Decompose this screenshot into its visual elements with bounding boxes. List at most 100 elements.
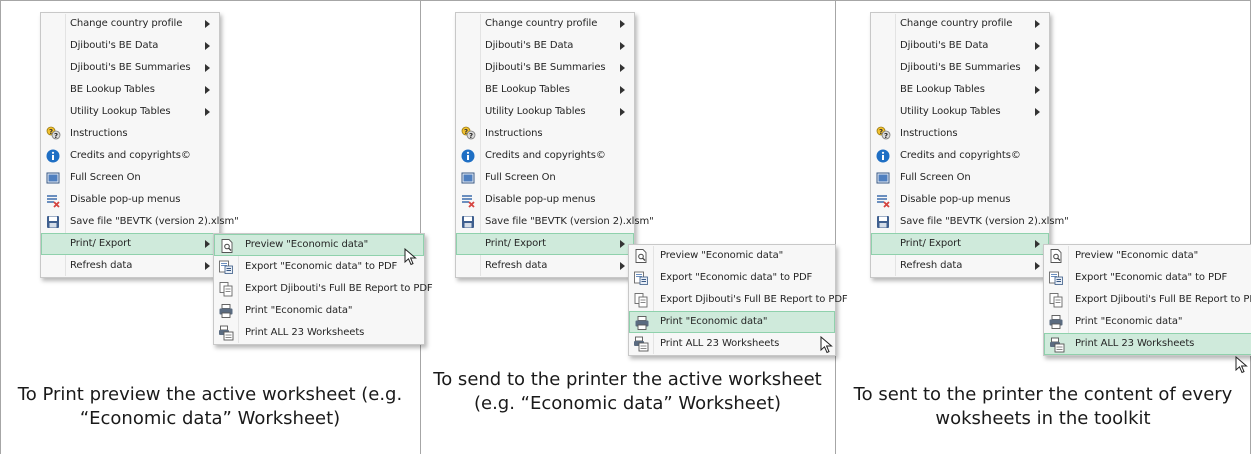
- menu-item-change-country-profile[interactable]: Change country profile: [41, 13, 219, 35]
- export-pdf-icon: [633, 270, 649, 286]
- print-all-icon: [1049, 337, 1065, 353]
- menu-item-disable-pop-up-menus[interactable]: Disable pop-up menus: [41, 189, 219, 211]
- submenu-item-label: Preview "Economic data": [660, 250, 784, 261]
- submenu-arrow-icon: [1035, 64, 1040, 72]
- menu-item-label: Credits and copyrights©: [900, 150, 1021, 161]
- menu-item-save-file-bevtk-version-2-xlsm[interactable]: Save file "BEVTK (version 2).xlsm": [871, 211, 1069, 233]
- menu-item-djibouti-s-be-data[interactable]: Djibouti's BE Data: [871, 35, 1049, 57]
- menu-item-full-screen-on[interactable]: Full Screen On: [871, 167, 1049, 189]
- submenu-item-export-economic-data-to-pdf[interactable]: Export "Economic data" to PDF: [214, 256, 424, 278]
- menu-item-change-country-profile[interactable]: Change country profile: [456, 13, 634, 35]
- menu-item-utility-lookup-tables[interactable]: Utility Lookup Tables: [456, 101, 634, 123]
- submenu-item-print-all-23-worksheets[interactable]: Print ALL 23 Worksheets: [629, 333, 835, 355]
- menu-item-be-lookup-tables[interactable]: BE Lookup Tables: [456, 79, 634, 101]
- menu-item-label: Djibouti's BE Summaries: [70, 62, 191, 73]
- menu-item-utility-lookup-tables[interactable]: Utility Lookup Tables: [41, 101, 219, 123]
- submenu-arrow-icon: [620, 262, 625, 270]
- menu-item-credits-and-copyrights[interactable]: Credits and copyrights©: [456, 145, 634, 167]
- menu-item-djibouti-s-be-data[interactable]: Djibouti's BE Data: [456, 35, 634, 57]
- submenu-item-label: Export "Economic data" to PDF: [245, 261, 398, 272]
- menu-item-label: Djibouti's BE Data: [485, 40, 574, 51]
- export-report-icon: [1048, 292, 1064, 308]
- submenu-item-preview-economic-data[interactable]: Preview "Economic data": [629, 245, 835, 267]
- menu-item-utility-lookup-tables[interactable]: Utility Lookup Tables: [871, 101, 1049, 123]
- submenu-item-print-all-23-worksheets[interactable]: Print ALL 23 Worksheets: [214, 322, 424, 344]
- help-icon: ??: [460, 126, 476, 142]
- submenu-item-export-economic-data-to-pdf[interactable]: Export "Economic data" to PDF: [1044, 267, 1251, 289]
- print-preview-icon: [1048, 248, 1064, 264]
- print-export-submenu: Preview "Economic data" Export "Economic …: [213, 233, 433, 345]
- submenu-item-label: Export Djibouti's Full BE Report to PDF: [1075, 294, 1251, 305]
- menu-item-instructions[interactable]: ?? Instructions: [456, 123, 634, 145]
- menu-item-djibouti-s-be-summaries[interactable]: Djibouti's BE Summaries: [456, 57, 634, 79]
- menu-item-label: BE Lookup Tables: [70, 84, 155, 95]
- menu-item-be-lookup-tables[interactable]: BE Lookup Tables: [41, 79, 219, 101]
- menu-item-instructions[interactable]: ?? Instructions: [871, 123, 1049, 145]
- info-icon: [875, 148, 891, 164]
- export-pdf-icon: [1048, 270, 1064, 286]
- submenu-arrow-icon: [205, 42, 210, 50]
- menu-item-label: Change country profile: [900, 18, 1013, 29]
- menu-item-label: Full Screen On: [900, 172, 971, 183]
- menu-item-label: Print/ Export: [900, 238, 961, 249]
- menu-item-refresh-data[interactable]: Refresh data: [41, 255, 219, 277]
- menu-item-djibouti-s-be-data[interactable]: Djibouti's BE Data: [41, 35, 219, 57]
- submenu-item-label: Print "Economic data": [1075, 316, 1183, 327]
- submenu-item-print-economic-data[interactable]: Print "Economic data": [214, 300, 424, 322]
- disable-menu-icon: [45, 192, 61, 208]
- menu-item-disable-pop-up-menus[interactable]: Disable pop-up menus: [871, 189, 1049, 211]
- submenu-item-export-djibouti-s-full-be-report-to-pdf[interactable]: Export Djibouti's Full BE Report to PDF: [629, 289, 848, 311]
- menu-item-credits-and-copyrights[interactable]: Credits and copyrights©: [41, 145, 219, 167]
- mouse-cursor-icon: [820, 335, 834, 354]
- menu-item-be-lookup-tables[interactable]: BE Lookup Tables: [871, 79, 1049, 101]
- save-icon: [875, 214, 891, 230]
- submenu-item-export-djibouti-s-full-be-report-to-pdf[interactable]: Export Djibouti's Full BE Report to PDF: [1044, 289, 1251, 311]
- help-icon: ??: [875, 126, 891, 142]
- menu-item-label: Refresh data: [900, 260, 963, 271]
- menu-item-change-country-profile[interactable]: Change country profile: [871, 13, 1049, 35]
- submenu-item-label: Preview "Economic data": [245, 239, 369, 250]
- help-icon: ??: [45, 126, 61, 142]
- menu-item-djibouti-s-be-summaries[interactable]: Djibouti's BE Summaries: [41, 57, 219, 79]
- menu-item-instructions[interactable]: ?? Instructions: [41, 123, 219, 145]
- submenu-item-export-economic-data-to-pdf[interactable]: Export "Economic data" to PDF: [629, 267, 835, 289]
- submenu-item-label: Export "Economic data" to PDF: [660, 272, 813, 283]
- menu-item-print-export[interactable]: Print/ Export: [456, 233, 634, 255]
- panel-divider: [420, 0, 421, 454]
- submenu-item-print-economic-data[interactable]: Print "Economic data": [1044, 311, 1251, 333]
- menu-item-label: Change country profile: [70, 18, 183, 29]
- submenu-item-label: Export "Economic data" to PDF: [1075, 272, 1228, 283]
- menu-item-label: Full Screen On: [70, 172, 141, 183]
- menu-item-print-export[interactable]: Print/ Export: [871, 233, 1049, 255]
- menu-item-label: Disable pop-up menus: [485, 194, 596, 205]
- context-menu: Change country profile Djibouti's BE Data…: [455, 12, 654, 278]
- printer-icon: [634, 315, 650, 331]
- print-all-icon: [218, 325, 234, 341]
- menu-item-label: Save file "BEVTK (version 2).xlsm": [485, 216, 654, 227]
- disable-menu-icon: [875, 192, 891, 208]
- frame-left-border: [0, 0, 1, 454]
- submenu-item-preview-economic-data[interactable]: Preview "Economic data": [1044, 245, 1251, 267]
- menu-item-credits-and-copyrights[interactable]: Credits and copyrights©: [871, 145, 1049, 167]
- submenu-item-print-all-23-worksheets[interactable]: Print ALL 23 Worksheets: [1044, 333, 1251, 355]
- submenu-item-export-djibouti-s-full-be-report-to-pdf[interactable]: Export Djibouti's Full BE Report to PDF: [214, 278, 433, 300]
- menu-item-label: Utility Lookup Tables: [900, 106, 1001, 117]
- submenu-arrow-icon: [1035, 240, 1040, 248]
- submenu-item-preview-economic-data[interactable]: Preview "Economic data": [214, 234, 424, 256]
- menu-item-refresh-data[interactable]: Refresh data: [871, 255, 1049, 277]
- menu-item-save-file-bevtk-version-2-xlsm[interactable]: Save file "BEVTK (version 2).xlsm": [456, 211, 654, 233]
- menu-item-label: Instructions: [70, 128, 128, 139]
- menu-item-disable-pop-up-menus[interactable]: Disable pop-up menus: [456, 189, 634, 211]
- menu-item-print-export[interactable]: Print/ Export: [41, 233, 219, 255]
- menu-item-full-screen-on[interactable]: Full Screen On: [41, 167, 219, 189]
- menu-item-label: Credits and copyrights©: [485, 150, 606, 161]
- svg-text:?: ?: [469, 132, 473, 140]
- menu-item-save-file-bevtk-version-2-xlsm[interactable]: Save file "BEVTK (version 2).xlsm": [41, 211, 239, 233]
- submenu-item-print-economic-data[interactable]: Print "Economic data": [629, 311, 835, 333]
- menu-item-djibouti-s-be-summaries[interactable]: Djibouti's BE Summaries: [871, 57, 1049, 79]
- submenu-arrow-icon: [620, 42, 625, 50]
- menu-item-label: Instructions: [485, 128, 543, 139]
- menu-item-label: Djibouti's BE Data: [900, 40, 989, 51]
- menu-item-refresh-data[interactable]: Refresh data: [456, 255, 634, 277]
- menu-item-full-screen-on[interactable]: Full Screen On: [456, 167, 634, 189]
